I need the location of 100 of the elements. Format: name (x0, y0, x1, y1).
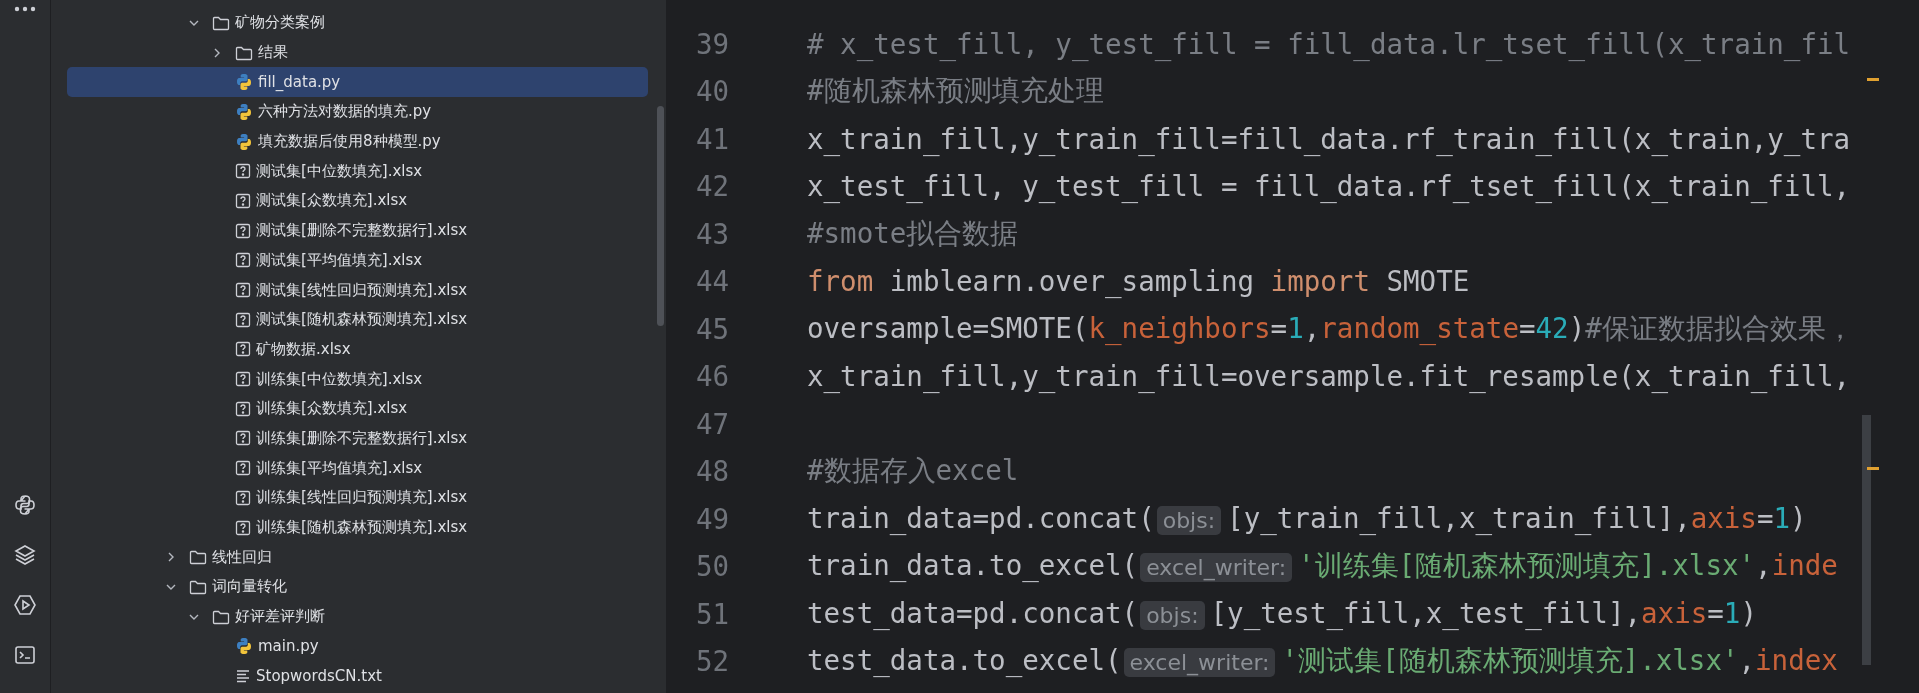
tree-item[interactable]: 训练集[删除不完整数据行].xlsx (67, 423, 648, 454)
tree-item[interactable]: 矿物数据.xlsx (67, 334, 648, 365)
tree-item[interactable]: 结果 (67, 37, 648, 68)
unknown-file-icon (235, 192, 251, 209)
tree-item[interactable]: 训练集[平均值填充].xlsx (67, 453, 648, 483)
warning-marker (1867, 78, 1879, 81)
folder-icon (189, 549, 207, 566)
code-token: axis (1690, 502, 1757, 535)
code-token: , (1755, 549, 1772, 582)
code-token: ) (1740, 597, 1757, 630)
code-token: '训练集[随机森林预测填充].xlsx' (1298, 549, 1756, 582)
line-number: 48 (694, 455, 729, 488)
warning-marker (1867, 467, 1879, 470)
line-number: 52 (694, 645, 729, 678)
line-number: 51 (694, 597, 729, 630)
tree-item[interactable]: 测试集[众数填充].xlsx (67, 186, 648, 216)
code-token: '测试集[随机森林预测填充].xlsx' (1281, 644, 1739, 677)
tree-item[interactable]: 训练集[线性回归预测填充].xlsx (67, 483, 648, 513)
code-token: x_train_fill,y_train_fill=oversample.fit_resample(x_train_fill, (807, 360, 1851, 393)
tree-item[interactable]: 训练集[中位数填充].xlsx (67, 364, 648, 394)
code-token: = (1270, 311, 1288, 344)
code-token: x_train_fill,y_train_fill=fill_data.rf_train_fill(x_train,y_tra (807, 122, 1851, 155)
code-token: = (1707, 597, 1724, 630)
tree-item[interactable]: 测试集[删除不完整数据行].xlsx (67, 215, 648, 246)
tree-item[interactable]: 矿物分类案例 (67, 8, 648, 38)
folder-icon (212, 608, 230, 625)
code-token: oversample=SMOTE( (807, 311, 1089, 344)
unknown-file-icon (235, 311, 251, 328)
line-number: 44 (694, 265, 729, 298)
scrollbar[interactable] (1862, 415, 1871, 665)
code-token: 1 (1287, 311, 1304, 344)
unknown-file-icon (235, 252, 251, 269)
tree-item[interactable]: 测试集[中位数填充].xlsx (67, 156, 648, 187)
line-number: 46 (694, 360, 729, 393)
tree-item[interactable]: main.py (67, 631, 648, 662)
line-number: 49 (694, 502, 729, 535)
text-file-icon (235, 667, 251, 684)
code-token: 1 (1773, 502, 1791, 535)
line-number: 47 (694, 407, 729, 440)
tree-item[interactable]: 测试集[线性回归预测填充].xlsx (67, 275, 648, 305)
code-token: import (1270, 265, 1370, 298)
code-token: from (807, 265, 874, 298)
more-icon[interactable] (14, 6, 36, 12)
folder-icon (189, 578, 207, 595)
code-token: 1 (1723, 597, 1741, 630)
unknown-file-icon (235, 489, 251, 506)
unknown-file-icon (235, 222, 251, 239)
code-token: # x_test_fill, y_test_fill = fill_data.lr_tset_fill(x_train_fil (807, 27, 1851, 60)
code-token: #数据存入excel (807, 454, 1019, 487)
parameter-hint: excel_writer: (1123, 648, 1276, 678)
line-number: 50 (694, 550, 729, 583)
tree-item[interactable]: 六种方法对数据的填充.py (67, 97, 648, 127)
unknown-file-icon (235, 163, 251, 180)
folder-icon (212, 14, 230, 31)
code-token: imblearn.over_sampling (888, 265, 1256, 298)
unknown-file-icon (235, 519, 251, 536)
run-icon[interactable] (13, 593, 37, 617)
code-token: , (1303, 311, 1321, 344)
layers-icon[interactable] (13, 543, 37, 567)
tree-item[interactable]: fill_data.py (67, 67, 648, 98)
line-number: 42 (694, 170, 729, 203)
python-icon[interactable] (13, 493, 37, 517)
tree-item[interactable]: 填充数据后使用8种模型.py (67, 126, 648, 157)
code-token: = (1518, 311, 1536, 344)
code-token: axis (1641, 597, 1708, 630)
code-token: train_data=pd.concat( (807, 502, 1155, 535)
line-number: 45 (694, 312, 729, 345)
code-token: random_state (1320, 311, 1519, 344)
tree-item[interactable]: 测试集[随机森林预测填充].xlsx (67, 304, 648, 335)
code-token: #smote拟合数据 (807, 216, 1019, 249)
code-token: ) (1790, 502, 1807, 535)
tree-item[interactable]: 词向量转化 (67, 572, 648, 602)
code-token: [y_train_fill,x_train_fill], (1227, 502, 1691, 535)
python-file-icon (235, 637, 253, 656)
line-number: 43 (694, 217, 729, 250)
tree-item[interactable]: StopwordsCN.txt (67, 661, 648, 691)
folder-icon (235, 44, 253, 61)
code-token: #随机森林预测填充处理 (807, 74, 1104, 107)
line-number: 41 (694, 122, 729, 155)
python-file-icon (235, 102, 253, 121)
tree-item[interactable]: 训练集[众数填充].xlsx (67, 393, 648, 424)
line-number: 40 (694, 75, 729, 108)
tree-item[interactable]: 好评差评判断 (67, 601, 648, 632)
tree-item[interactable]: 线性回归 (67, 542, 648, 573)
unknown-file-icon (235, 430, 251, 447)
unknown-file-icon (235, 341, 251, 358)
unknown-file-icon (235, 371, 251, 388)
unknown-file-icon (235, 400, 251, 417)
code-token: , (1738, 644, 1756, 677)
unknown-file-icon (235, 282, 251, 299)
code-token: 42 (1535, 311, 1569, 344)
code-token: ) (1568, 311, 1586, 344)
scrollbar[interactable] (657, 106, 664, 326)
terminal-icon[interactable] (13, 643, 37, 667)
code-token: SMOTE (1385, 265, 1470, 298)
tree-item[interactable]: 训练集[随机森林预测填充].xlsx (67, 512, 648, 543)
tree-item[interactable]: 测试集[平均值填充].xlsx (67, 245, 648, 276)
code-token: #保证数据拟合效果， (1585, 311, 1854, 344)
code-token: train_data.to_excel( (807, 549, 1139, 582)
code-token: inde (1771, 549, 1838, 582)
